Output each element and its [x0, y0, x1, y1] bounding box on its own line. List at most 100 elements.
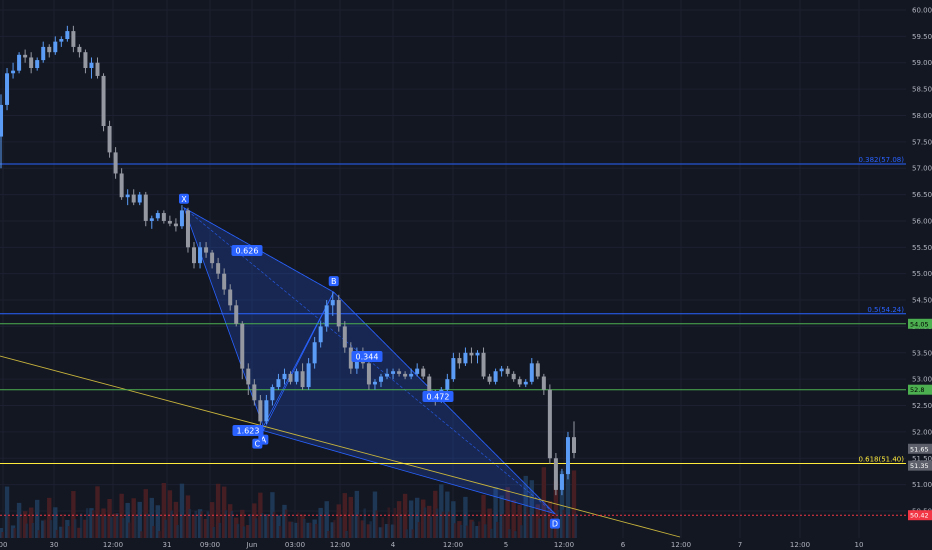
- volume-bar: [7, 514, 11, 538]
- candle-body: [47, 46, 52, 53]
- volume-bar: [429, 516, 433, 538]
- price-tag-label-current: 51.65: [910, 445, 929, 453]
- candle-body: [192, 247, 197, 264]
- volume-bar: [248, 514, 252, 538]
- volume-bar: [520, 525, 523, 538]
- volume-bar: [91, 510, 95, 538]
- candle-body: [288, 373, 293, 382]
- price-tick-label: 52.00: [912, 428, 932, 436]
- volume-bar: [417, 521, 421, 538]
- candle-body: [457, 358, 462, 364]
- price-tick-label: 60.00: [912, 7, 932, 15]
- volume-bar: [297, 512, 300, 538]
- candle-body: [252, 384, 257, 401]
- volume-bar: [453, 523, 457, 538]
- point-label: X: [181, 195, 187, 204]
- time-tick-label: 09:00: [200, 541, 220, 549]
- volume-bar: [61, 514, 65, 538]
- volume-bar: [357, 514, 360, 538]
- volume-bar: [435, 508, 439, 538]
- candle-body: [29, 57, 34, 69]
- candle-body: [143, 194, 148, 221]
- candle-body: [547, 389, 552, 459]
- time-tick-label: 12:00: [443, 541, 463, 549]
- volume-bar: [266, 515, 270, 538]
- volume-bar: [411, 529, 415, 538]
- volume-bar: [526, 507, 529, 538]
- price-tick-label: 52.50: [912, 402, 932, 410]
- price-chart[interactable]: 0.382(57.08)0.5(54.24)0.618(51.40) XBACD…: [0, 0, 932, 550]
- price-tick-label: 59.00: [912, 59, 932, 67]
- candle-body: [59, 39, 64, 42]
- volume-bar: [405, 529, 409, 538]
- price-tick-label: 51.00: [912, 481, 932, 489]
- volume-bar: [122, 518, 125, 538]
- candle-body: [113, 152, 118, 174]
- volume-bar: [363, 508, 366, 538]
- candle-body: [234, 305, 239, 324]
- volume-bar: [170, 510, 173, 538]
- volume-bar: [19, 517, 23, 538]
- candle-body: [131, 194, 136, 203]
- volume-bar: [309, 522, 312, 538]
- candle-body: [216, 263, 221, 274]
- volume-bar: [67, 526, 71, 538]
- volume-bar: [538, 518, 541, 538]
- level-label: 0.5(54.24): [867, 306, 904, 314]
- candle-body: [77, 46, 82, 53]
- volume-bar: [315, 523, 318, 538]
- ratio-value: 0.626: [236, 247, 259, 256]
- time-tick-label: 31: [163, 541, 172, 549]
- candle-body: [185, 210, 190, 248]
- candle-body: [89, 62, 94, 69]
- candle-body: [155, 213, 160, 219]
- volume-bar: [345, 530, 348, 538]
- volume-bar: [399, 513, 403, 538]
- volume-bar: [152, 525, 155, 538]
- candle-body: [240, 323, 245, 369]
- volume-bar: [128, 522, 131, 538]
- candle-body: [95, 62, 100, 76]
- volume-bar: [441, 511, 445, 538]
- candle-body: [378, 376, 383, 382]
- volume-bar: [242, 526, 246, 538]
- candle-body: [409, 373, 414, 377]
- volume-bar: [393, 507, 397, 538]
- point-label: D: [552, 520, 558, 529]
- volume-bar: [502, 513, 505, 538]
- volume-bar: [369, 521, 372, 538]
- price-tag-label: 52.8: [910, 386, 924, 394]
- candle-body: [511, 373, 516, 380]
- volume-bar: [73, 519, 77, 538]
- volume-bar: [375, 510, 378, 538]
- candle-body: [167, 220, 172, 224]
- candle-body: [403, 373, 408, 377]
- time-tick-label: 03:00: [285, 541, 305, 549]
- candle-body: [397, 371, 402, 374]
- ratio-value: 0.344: [356, 353, 379, 362]
- time-axis[interactable]: 00 30 12:00 31 09:00 Jun 03:00 12:00 4 12:00 5 12:0…: [0, 538, 932, 550]
- volume-bar: [182, 515, 185, 538]
- candle-body: [572, 437, 576, 453]
- candle-body: [264, 400, 269, 422]
- ratio-badge: 0.472: [422, 391, 454, 402]
- volume-bar: [1, 532, 4, 538]
- ratio-badge: 0.344: [351, 351, 383, 362]
- price-tick-label: 55.00: [912, 270, 932, 278]
- candle-body: [258, 400, 263, 422]
- time-tick-label: 10: [855, 541, 864, 549]
- time-tick-label: 5: [504, 541, 508, 549]
- time-tick-label: 12:00: [103, 541, 123, 549]
- volume-bar: [176, 525, 179, 538]
- volume-bar: [514, 531, 517, 538]
- price-axis[interactable]: 60.00 59.50 59.00 58.50 58.00 57.50 57.00 56.50…: [906, 0, 932, 550]
- volume-bar: [140, 531, 143, 538]
- candle-body: [149, 218, 154, 221]
- candle-body: [41, 46, 46, 61]
- candle-body: [529, 363, 534, 382]
- candle-body: [101, 75, 106, 127]
- time-tick-label: 7: [738, 541, 742, 549]
- candle-body: [493, 371, 498, 382]
- candle-body: [222, 273, 227, 290]
- volume-bar: [508, 529, 511, 538]
